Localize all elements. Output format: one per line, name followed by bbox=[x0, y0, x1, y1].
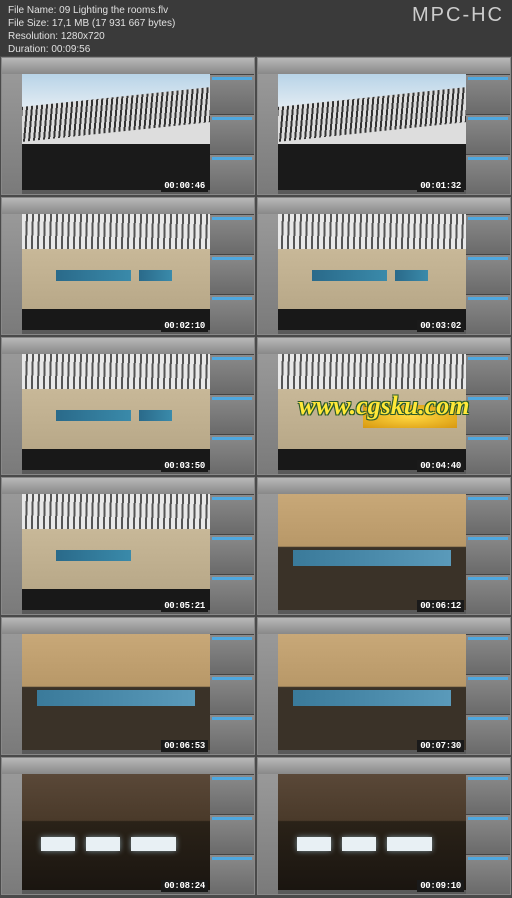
ps-toolbar bbox=[258, 774, 278, 894]
canvas bbox=[278, 774, 466, 890]
timestamp: 00:01:32 bbox=[417, 180, 464, 192]
resolution-label: Resolution: bbox=[8, 31, 58, 42]
ps-menubar bbox=[258, 478, 510, 494]
ps-menubar bbox=[258, 58, 510, 74]
duration-value: 00:09:56 bbox=[51, 44, 90, 55]
ps-toolbar bbox=[258, 214, 278, 334]
duration-label: Duration: bbox=[8, 44, 49, 55]
ps-menubar bbox=[2, 198, 254, 214]
ps-panels bbox=[466, 634, 510, 754]
timestamp: 00:09:10 bbox=[417, 880, 464, 892]
ps-toolbar bbox=[2, 494, 22, 614]
file-size-label: File Size: bbox=[8, 18, 49, 29]
ps-menubar bbox=[258, 198, 510, 214]
ps-menubar bbox=[258, 618, 510, 634]
thumbnail[interactable]: 00:06:12 bbox=[257, 477, 511, 615]
ps-panels bbox=[210, 214, 254, 334]
ps-toolbar bbox=[258, 634, 278, 754]
ps-menubar bbox=[2, 758, 254, 774]
thumbnail[interactable]: 00:03:50 bbox=[1, 337, 255, 475]
ps-panels bbox=[466, 774, 510, 894]
ps-panels bbox=[466, 494, 510, 614]
thumbnail[interactable]: 00:03:02 bbox=[257, 197, 511, 335]
ps-panels bbox=[210, 774, 254, 894]
thumbnail[interactable]: 00:08:24 bbox=[1, 757, 255, 895]
canvas bbox=[278, 214, 466, 330]
ps-panels bbox=[466, 74, 510, 194]
ps-toolbar bbox=[2, 74, 22, 194]
ps-toolbar bbox=[258, 74, 278, 194]
file-info-block: File Name: 09 Lighting the rooms.flv Fil… bbox=[8, 4, 175, 56]
file-name-value: 09 Lighting the rooms.flv bbox=[59, 5, 168, 16]
thumbnail-grid: 00:00:46 00:01:32 00:02:10 00:03:02 bbox=[0, 56, 512, 896]
watermark: www.cgsku.com bbox=[299, 391, 470, 421]
canvas bbox=[278, 494, 466, 610]
canvas bbox=[22, 74, 210, 190]
ps-toolbar bbox=[2, 774, 22, 894]
ps-menubar bbox=[2, 58, 254, 74]
thumbnail[interactable]: 00:07:30 bbox=[257, 617, 511, 755]
thumbnail[interactable]: 00:02:10 bbox=[1, 197, 255, 335]
thumbnail[interactable]: 00:06:53 bbox=[1, 617, 255, 755]
timestamp: 00:08:24 bbox=[161, 880, 208, 892]
resolution-value: 1280x720 bbox=[61, 31, 105, 42]
timestamp: 00:06:12 bbox=[417, 600, 464, 612]
ps-menubar bbox=[2, 338, 254, 354]
ps-panels bbox=[466, 214, 510, 334]
ps-toolbar bbox=[2, 214, 22, 334]
canvas bbox=[22, 354, 210, 470]
timestamp: 00:07:30 bbox=[417, 740, 464, 752]
canvas bbox=[22, 494, 210, 610]
thumbnail[interactable]: 00:04:40 www.cgsku.com bbox=[257, 337, 511, 475]
canvas bbox=[278, 74, 466, 190]
timestamp: 00:05:21 bbox=[161, 600, 208, 612]
ps-panels bbox=[466, 354, 510, 474]
ps-menubar bbox=[258, 758, 510, 774]
timestamp: 00:03:02 bbox=[417, 320, 464, 332]
ps-panels bbox=[210, 74, 254, 194]
ps-toolbar bbox=[2, 354, 22, 474]
canvas bbox=[22, 774, 210, 890]
timestamp: 00:02:10 bbox=[161, 320, 208, 332]
thumbnail[interactable]: 00:01:32 bbox=[257, 57, 511, 195]
ps-panels bbox=[210, 354, 254, 474]
timestamp: 00:04:40 bbox=[417, 460, 464, 472]
canvas bbox=[22, 634, 210, 750]
ps-toolbar bbox=[258, 494, 278, 614]
timestamp: 00:03:50 bbox=[161, 460, 208, 472]
timestamp: 00:00:46 bbox=[161, 180, 208, 192]
info-header: File Name: 09 Lighting the rooms.flv Fil… bbox=[0, 0, 512, 56]
ps-toolbar bbox=[258, 354, 278, 474]
canvas bbox=[22, 214, 210, 330]
thumbnail[interactable]: 00:00:46 bbox=[1, 57, 255, 195]
app-title: MPC-HC bbox=[412, 4, 504, 27]
ps-menubar bbox=[2, 618, 254, 634]
thumbnail[interactable]: 00:09:10 bbox=[257, 757, 511, 895]
file-size-value: 17,1 MB (17 931 667 bytes) bbox=[52, 18, 175, 29]
ps-panels bbox=[210, 634, 254, 754]
timestamp: 00:06:53 bbox=[161, 740, 208, 752]
thumbnail[interactable]: 00:05:21 bbox=[1, 477, 255, 615]
file-name-label: File Name: bbox=[8, 5, 56, 16]
ps-toolbar bbox=[2, 634, 22, 754]
ps-menubar bbox=[258, 338, 510, 354]
canvas bbox=[278, 634, 466, 750]
ps-panels bbox=[210, 494, 254, 614]
ps-menubar bbox=[2, 478, 254, 494]
